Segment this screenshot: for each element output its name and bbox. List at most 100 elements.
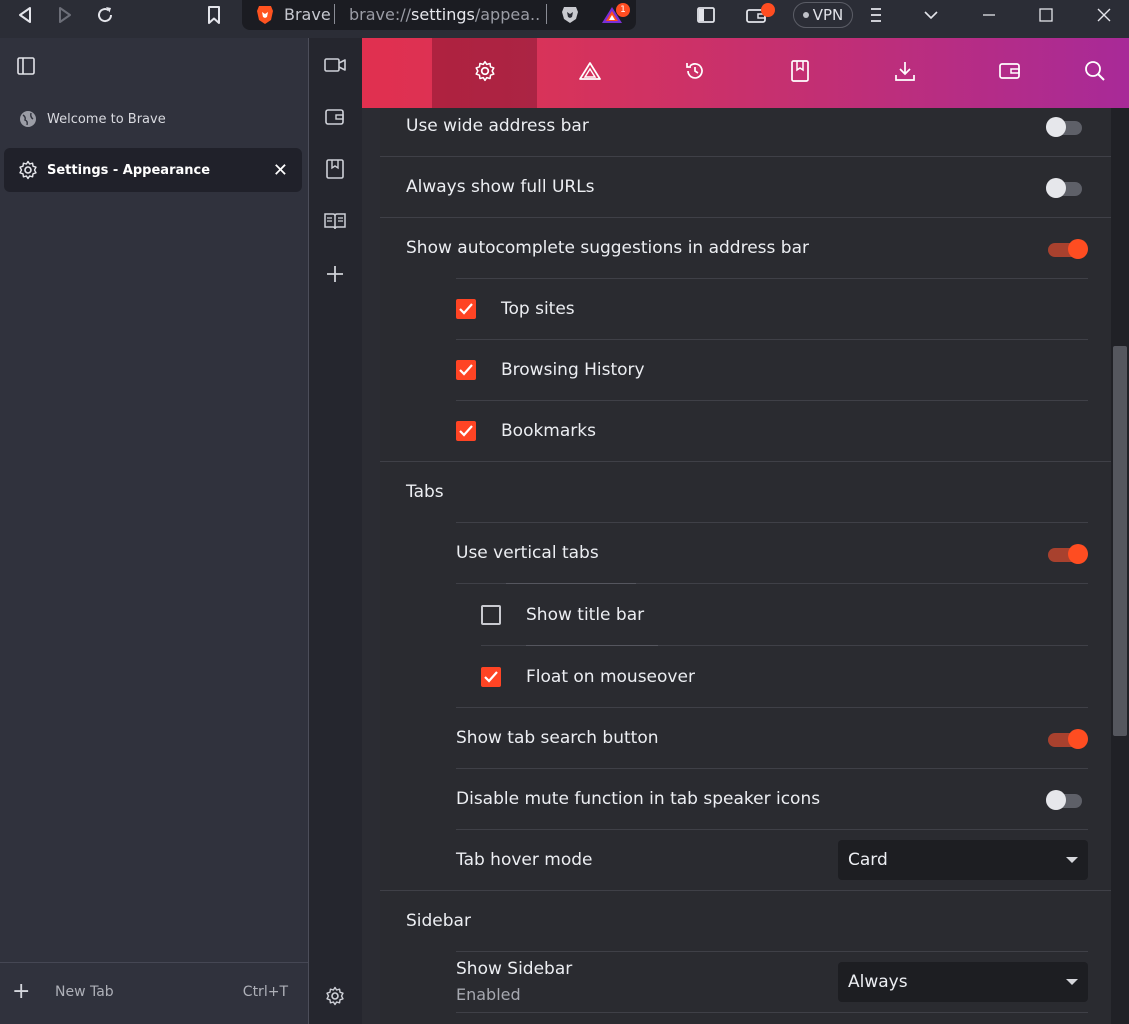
divider <box>456 829 1088 830</box>
close-tab-icon[interactable]: ✕ <box>273 160 288 181</box>
full-urls-row: Always show full URLs <box>406 177 595 197</box>
url-path: /appea... <box>474 5 539 24</box>
toggle-knob <box>1068 239 1088 259</box>
bookmark-icon[interactable] <box>204 0 224 30</box>
new-tab-button[interactable]: + New Tab Ctrl+T <box>0 962 308 1024</box>
chevron-down-icon[interactable] <box>920 0 942 30</box>
forward-icon[interactable] <box>54 0 76 30</box>
add-sidebar-item-icon[interactable] <box>323 262 347 286</box>
maximize-icon[interactable] <box>1035 0 1057 30</box>
disable-mute-row: Disable mute function in tab speaker ico… <box>456 789 820 809</box>
bookmarks-icon <box>790 60 809 86</box>
check-icon <box>459 303 473 315</box>
autocomplete-row: Show autocomplete suggestions in address… <box>406 238 809 258</box>
divider <box>380 156 1111 157</box>
nav-settings[interactable] <box>432 38 537 108</box>
tab-welcome-to-brave[interactable]: Welcome to Brave <box>4 97 302 141</box>
setting-label: Float on mouseover <box>526 667 695 687</box>
sidebar-toggle-icon[interactable] <box>695 0 717 30</box>
address-bar[interactable]: Brave brave://settings/appea... 1 <box>242 0 636 30</box>
setting-label: Use wide address bar <box>406 116 589 136</box>
brave-talk-icon[interactable] <box>323 53 347 77</box>
divider <box>334 4 335 24</box>
brave-shields-icon[interactable] <box>560 5 580 29</box>
divider <box>380 890 1111 891</box>
vpn-button[interactable]: VPN <box>793 2 853 28</box>
tab-search-button-toggle[interactable] <box>1048 727 1088 749</box>
nav-rewards[interactable] <box>537 38 642 108</box>
bookmarks-icon[interactable] <box>323 157 347 181</box>
nav-history[interactable] <box>642 38 747 108</box>
history-icon <box>684 60 706 86</box>
search-icon <box>1084 60 1106 86</box>
reading-list-icon[interactable] <box>323 209 347 233</box>
autocomplete-toggle[interactable] <box>1048 237 1088 259</box>
setting-label: Use vertical tabs <box>456 543 599 563</box>
check-icon <box>459 425 473 437</box>
divider <box>456 707 1088 708</box>
url-host: settings <box>411 5 475 24</box>
select-value: Card <box>848 850 888 870</box>
url-text[interactable]: brave://settings/appea... <box>349 5 539 24</box>
vertical-tab-strip: Welcome to Brave Settings - Appearance ✕… <box>0 38 308 1024</box>
setting-label: Show title bar <box>526 605 645 625</box>
close-window-icon[interactable] <box>1093 0 1115 30</box>
vpn-status-dot <box>802 12 809 18</box>
back-icon[interactable] <box>14 0 36 30</box>
downloads-icon <box>894 60 916 86</box>
float-on-mouseover-row: Float on mouseover <box>526 667 695 687</box>
brave-lion-icon <box>256 5 274 29</box>
reload-icon[interactable] <box>94 0 116 30</box>
wallet-icon[interactable] <box>323 105 347 129</box>
setting-label: Show autocomplete suggestions in address… <box>406 238 809 258</box>
scrollbar-thumb[interactable] <box>1113 346 1127 736</box>
setting-label: Browsing History <box>501 360 645 380</box>
sidebar-panel <box>308 38 362 1024</box>
show-sidebar-select[interactable]: Always <box>838 962 1088 1002</box>
show-title-bar-row: Show title bar <box>526 605 644 625</box>
nav-search[interactable] <box>1042 38 1129 108</box>
menu-icon[interactable] <box>866 0 886 30</box>
browser-window: Brave brave://settings/appea... 1 VPN We… <box>0 0 1129 1024</box>
nav-downloads[interactable] <box>852 38 957 108</box>
sidebar-settings-icon[interactable] <box>323 984 347 1008</box>
show-title-bar-checkbox[interactable] <box>481 605 501 625</box>
toggle-knob <box>1046 178 1066 198</box>
tab-hover-mode-select[interactable]: Card <box>838 840 1088 880</box>
disable-mute-toggle[interactable] <box>1046 788 1086 810</box>
dropdown-arrow-icon <box>1066 979 1078 985</box>
nav-bookmarks[interactable] <box>747 38 852 108</box>
full-urls-toggle[interactable] <box>1046 176 1086 198</box>
wallet-icon <box>998 61 1021 85</box>
setting-label: Always show full URLs <box>406 177 595 197</box>
sidebar-section-title: Sidebar <box>406 911 471 931</box>
minimize-icon[interactable] <box>978 0 1000 30</box>
vertical-tabs-toggle[interactable] <box>1048 542 1088 564</box>
float-on-mouseover-checkbox[interactable] <box>481 667 501 687</box>
top-sites-row: Top sites <box>501 299 575 319</box>
wide-address-bar-toggle[interactable] <box>1046 115 1086 137</box>
vpn-label: VPN <box>812 6 844 24</box>
setting-label: Disable mute function in tab speaker ico… <box>456 789 821 809</box>
bookmarks-checkbox[interactable] <box>456 421 476 441</box>
top-sites-checkbox[interactable] <box>456 299 476 319</box>
divider <box>380 217 1111 218</box>
divider <box>456 522 1088 523</box>
check-icon <box>484 671 498 683</box>
collapse-tabs-icon[interactable] <box>15 55 37 77</box>
tab-label: Welcome to Brave <box>47 111 166 127</box>
tab-settings-appearance[interactable]: Settings - Appearance ✕ <box>4 148 302 192</box>
show-sidebar-row: Show Sidebar <box>456 959 572 979</box>
divider <box>456 278 1088 279</box>
tab-label: Settings - Appearance <box>47 162 211 178</box>
brave-rewards-icon <box>578 61 601 85</box>
toggle-knob <box>1046 790 1066 810</box>
wallet-notification-dot <box>761 3 775 17</box>
site-chip-label: Brave <box>284 5 331 24</box>
select-value: Always <box>848 972 908 992</box>
new-tab-label: New Tab <box>55 984 114 1000</box>
browsing-history-checkbox[interactable] <box>456 360 476 380</box>
rewards-badge: 1 <box>616 3 630 17</box>
show-sidebar-subtext: Enabled <box>456 985 521 1004</box>
new-tab-shortcut: Ctrl+T <box>242 984 288 1000</box>
